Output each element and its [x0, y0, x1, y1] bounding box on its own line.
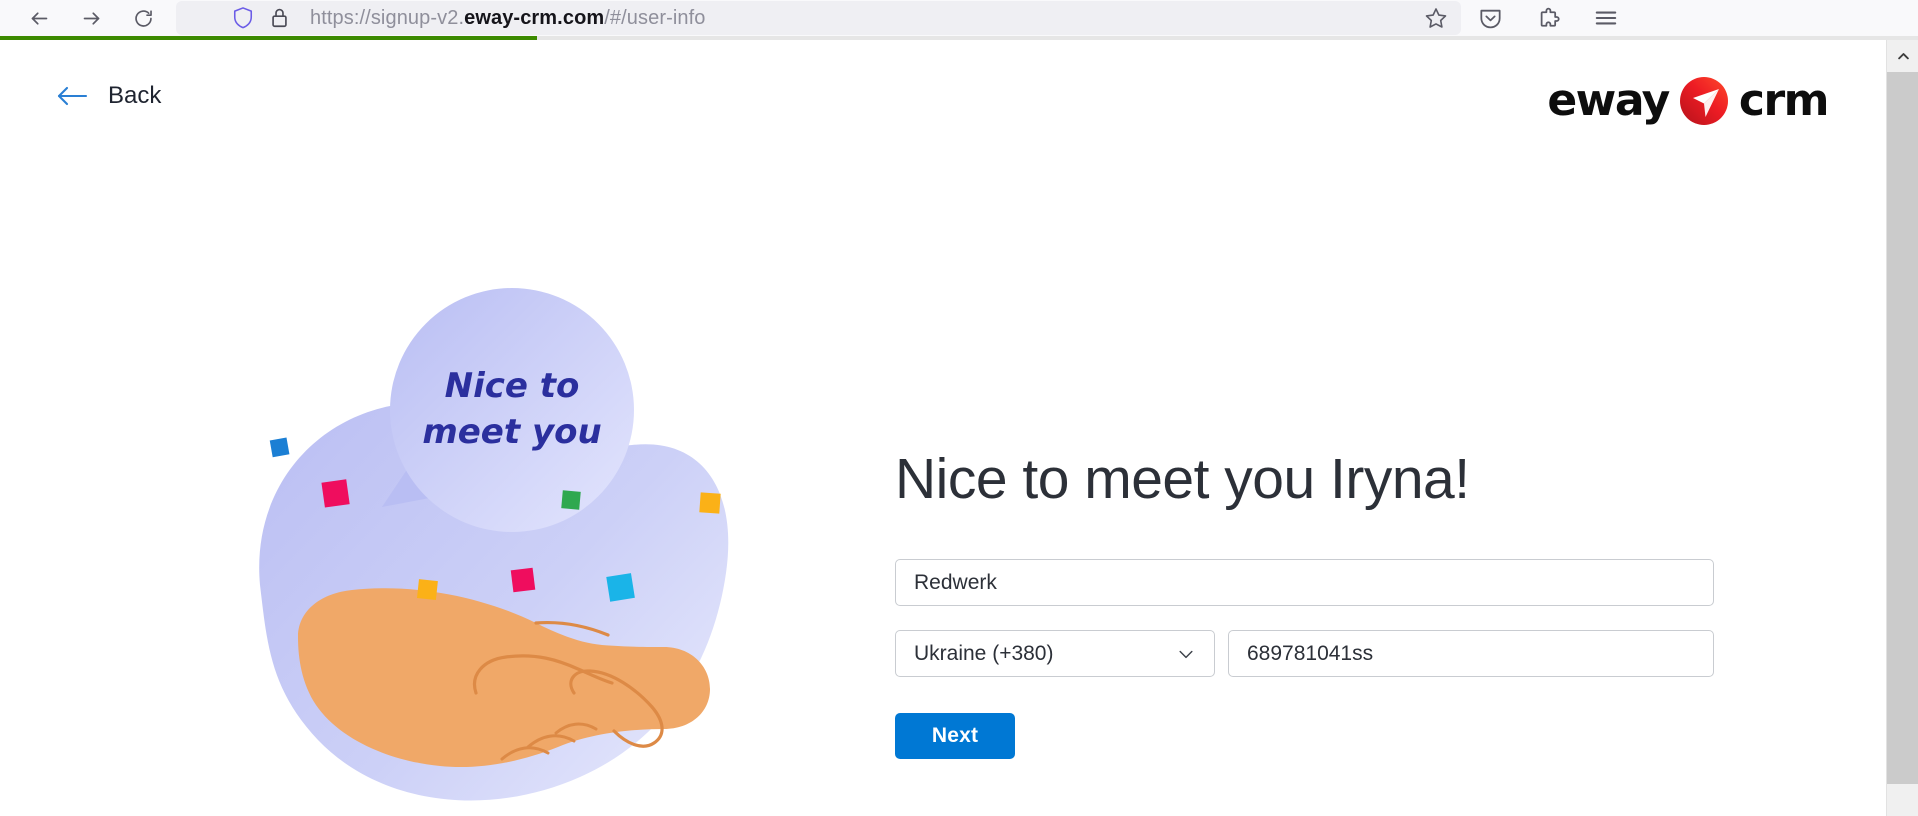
logo-text-eway: eway	[1547, 75, 1670, 126]
company-name-input[interactable]	[895, 559, 1714, 606]
app-menu-icon	[1595, 11, 1617, 25]
arrow-left-icon	[57, 86, 88, 106]
back-link-label: Back	[108, 82, 162, 109]
page-header: Back eway crm	[0, 40, 1886, 160]
browser-forward-button[interactable]	[74, 1, 108, 35]
page-content: Nice to meet you Nice to meet you Iryna!…	[0, 160, 1886, 816]
pocket-save-button[interactable]	[1475, 3, 1505, 33]
url-text[interactable]: https://signup-v2.eway-crm.com/#/user-in…	[310, 7, 1421, 30]
handshake-illustration: Nice to meet you	[259, 288, 729, 801]
url-host: eway-crm.com	[464, 6, 605, 29]
next-button[interactable]: Next	[895, 713, 1015, 759]
pocket-save-icon	[1479, 9, 1501, 28]
back-link[interactable]: Back	[55, 82, 161, 110]
browser-toolbar-right	[1475, 3, 1645, 33]
logo-text-crm: crm	[1738, 75, 1830, 126]
app-menu-button[interactable]	[1591, 3, 1621, 33]
speech-bubble: Nice to meet you	[382, 288, 634, 532]
country-code-select[interactable]: Ukraine (+380)	[895, 630, 1215, 677]
signup-form-column: Nice to meet you Iryna! Ukraine (+380) N…	[895, 160, 1886, 816]
confetti-square-pink	[321, 479, 350, 508]
chevron-up-icon	[1897, 52, 1909, 59]
page-viewport: Back eway crm Nice to meet you Nice to m…	[0, 40, 1886, 816]
confetti-square-green	[561, 490, 581, 510]
bubble-line-2: meet you	[422, 412, 601, 452]
confetti-square-yellow-2	[699, 492, 721, 514]
star-icon	[1425, 8, 1447, 28]
chevron-down-icon	[1176, 644, 1196, 664]
page-title: Nice to meet you Iryna!	[895, 447, 1470, 511]
shield-icon[interactable]	[232, 6, 254, 30]
url-scheme: https://signup-v2.	[310, 6, 465, 29]
phone-row: Ukraine (+380)	[895, 630, 1886, 677]
country-code-value: Ukraine (+380)	[914, 641, 1054, 665]
confetti-square-yellow	[417, 579, 438, 600]
scrollbar-up-button[interactable]	[1887, 40, 1918, 72]
address-bar[interactable]: https://signup-v2.eway-crm.com/#/user-in…	[176, 1, 1461, 35]
page-scrollbar[interactable]	[1886, 40, 1918, 816]
address-bar-indicators	[232, 6, 289, 30]
eway-logo-mark	[1679, 77, 1728, 125]
extensions-button[interactable]	[1533, 3, 1563, 33]
phone-number-input[interactable]	[1228, 630, 1714, 677]
extensions-puzzle-icon	[1540, 7, 1560, 27]
reload-icon	[134, 9, 152, 27]
bubble-line-1: Nice to	[445, 366, 580, 406]
confetti-square-cyan	[606, 573, 635, 602]
padlock-icon[interactable]	[270, 7, 289, 29]
confetti-square-blue	[269, 437, 290, 458]
confetti-square-pink-2	[510, 567, 536, 593]
illustration-column: Nice to meet you	[0, 160, 895, 816]
scrollbar-thumb[interactable]	[1887, 72, 1918, 784]
browser-reload-button[interactable]	[126, 1, 160, 35]
navigation-buttons	[0, 1, 160, 35]
arrow-left-icon	[31, 11, 47, 25]
eway-crm-logo: eway crm	[1547, 75, 1830, 126]
url-path: /#/user-info	[604, 6, 706, 29]
browser-toolbar: https://signup-v2.eway-crm.com/#/user-in…	[0, 0, 1918, 36]
arrow-right-icon	[83, 11, 99, 25]
bookmark-star-button[interactable]	[1421, 3, 1451, 33]
browser-back-button[interactable]	[22, 1, 56, 35]
